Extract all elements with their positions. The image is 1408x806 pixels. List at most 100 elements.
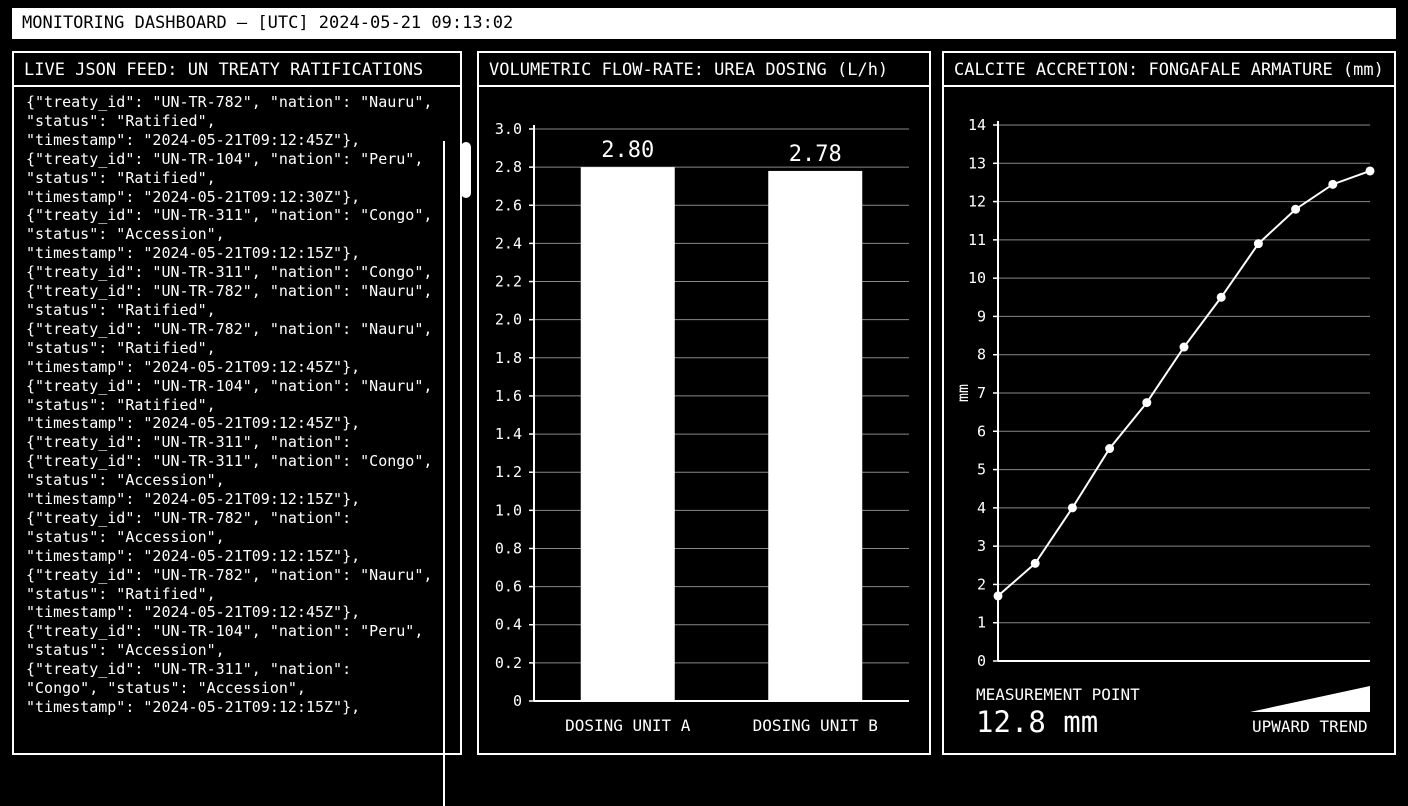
y-tick-label: 1.0	[495, 501, 522, 519]
data-point	[1365, 166, 1375, 176]
title-bar: MONITORING DASHBOARD – [UTC] 2024-05-21 …	[12, 8, 1396, 39]
y-tick-label: 9	[977, 307, 986, 325]
feed-line: "timestamp": "2024-05-21T09:12:15Z"},	[26, 698, 361, 716]
feed-line: "timestamp": "2024-05-21T09:12:30Z"},	[26, 187, 361, 206]
y-tick-label: 2.6	[495, 196, 522, 214]
y-tick-label: 0.4	[495, 616, 522, 634]
y-axis-label: mm	[954, 384, 972, 402]
data-point	[1328, 179, 1338, 189]
feed-line: {"treaty_id": "UN-TR-311", "nation": "Co…	[26, 206, 433, 225]
feed-line: "status": "Ratified",	[26, 584, 216, 603]
y-tick-label: 14	[968, 116, 986, 134]
y-tick-label: 3.0	[495, 120, 522, 138]
feed-line: "timestamp": "2024-05-21T09:12:45Z"},	[26, 603, 361, 622]
data-point	[1105, 444, 1115, 454]
scrollbar-track[interactable]	[443, 141, 445, 806]
feed-line: "timestamp": "2024-05-21T09:12:15Z"},	[26, 490, 361, 509]
y-tick-label: 1	[977, 614, 986, 632]
y-tick-label: 3	[977, 537, 986, 555]
feed-line: {"treaty_id": "UN-TR-104", "nation": "Na…	[26, 376, 433, 395]
feed-line: {"treaty_id": "UN-TR-311", "nation":	[26, 660, 352, 679]
y-tick-label: 12	[968, 193, 986, 211]
feed-line: {"treaty_id": "UN-TR-311", "nation": "Co…	[26, 263, 433, 282]
feed-line: "status": "Accession",	[26, 225, 225, 244]
data-point	[1253, 239, 1263, 249]
feed-line: "status": "Ratified",	[26, 395, 216, 414]
y-tick-label: 1.6	[495, 387, 522, 405]
data-point	[1067, 503, 1077, 513]
x-category-label: DOSING UNIT B	[753, 716, 878, 735]
y-tick-label: 2.0	[495, 311, 522, 329]
feed-line: "timestamp": "2024-05-21T09:12:45Z"},	[26, 130, 361, 149]
y-tick-label: 13	[968, 154, 986, 172]
flow-rate-panel: VOLUMETRIC FLOW-RATE: UREA DOSING (L/h) …	[477, 51, 931, 755]
x-category-label: DOSING UNIT A	[565, 716, 691, 735]
y-tick-label: 2.2	[495, 273, 522, 291]
panel-title-bar: CALCITE ACCRETION: FONGAFALE ARMATURE (m…	[944, 53, 1394, 87]
y-tick-label: 0.2	[495, 654, 522, 672]
feed-line: "status": "Ratified",	[26, 111, 216, 130]
json-feed-log[interactable]: {"treaty_id": "UN-TR-782", "nation": "Na…	[26, 93, 433, 717]
bar-value-label: 2.78	[789, 142, 842, 167]
y-tick-label: 0.6	[495, 578, 522, 596]
feed-line: {"treaty_id": "UN-TR-782", "nation": "Na…	[26, 319, 433, 338]
feed-line: "status": "Ratified",	[26, 300, 216, 319]
feed-line: "status": "Accession",	[26, 641, 225, 660]
y-tick-label: 7	[977, 384, 986, 402]
panel-title-bar: VOLUMETRIC FLOW-RATE: UREA DOSING (L/h)	[479, 53, 929, 87]
urea-flow-bar-chart: 0 0.2 0.4 0.6 0.8 1.0 1.2 1.4 1.6 1.8 2.0 2.2 2.4 2.6…	[495, 120, 909, 735]
upward-trend-icon	[1250, 686, 1370, 712]
panel-title-bar: LIVE JSON FEED: UN TREATY RATIFICATIONS	[14, 53, 460, 87]
data-point	[1030, 558, 1040, 568]
y-tick-label: 2	[977, 575, 986, 593]
data-point	[1216, 292, 1226, 302]
feed-line: "Congo", "status": "Accession",	[26, 679, 306, 698]
data-point	[1291, 204, 1301, 214]
y-tick-label: 2.4	[495, 234, 522, 252]
calcite-line-chart: 01234567891011121314mm	[954, 116, 1375, 670]
scrollbar-thumb[interactable]	[461, 142, 471, 198]
data-line	[997, 170, 1371, 597]
measurement-label: MEASUREMENT POINT	[976, 685, 1140, 704]
trend-label: UPWARD TREND	[1252, 717, 1368, 736]
y-tick-label: 1.2	[495, 463, 522, 481]
feed-panel-title: LIVE JSON FEED: UN TREATY RATIFICATIONS	[24, 60, 424, 80]
line-panel-title: CALCITE ACCRETION: FONGAFALE ARMATURE (m…	[954, 60, 1384, 80]
data-point	[1179, 342, 1189, 352]
y-tick-label: 2.8	[495, 158, 522, 176]
y-tick-label: 11	[968, 231, 986, 249]
feed-line: "timestamp": "2024-05-21T09:12:45Z"},	[26, 414, 361, 433]
y-tick-label: 5	[977, 461, 986, 479]
feed-line: "status": "Accession",	[26, 527, 225, 546]
feed-line: {"treaty_id": "UN-TR-782", "nation": "Na…	[26, 565, 433, 584]
feed-line: {"treaty_id": "UN-TR-782", "nation":	[26, 508, 352, 527]
y-tick-label: 0.8	[495, 539, 522, 557]
y-tick-label: 8	[977, 346, 986, 364]
feed-line: {"treaty_id": "UN-TR-104", "nation": "Pe…	[26, 622, 424, 641]
y-tick-label: 10	[968, 269, 986, 287]
json-feed-panel: LIVE JSON FEED: UN TREATY RATIFICATIONS …	[12, 51, 471, 806]
feed-line: {"treaty_id": "UN-TR-311", "nation":	[26, 433, 352, 452]
y-tick-label: 0	[513, 692, 522, 710]
bar-panel-title: VOLUMETRIC FLOW-RATE: UREA DOSING (L/h)	[489, 60, 889, 80]
feed-line: "status": "Ratified",	[26, 168, 216, 187]
data-point	[1142, 398, 1152, 408]
bar	[580, 167, 675, 702]
y-tick-label: 0	[977, 652, 986, 670]
y-tick-label: 6	[977, 422, 986, 440]
data-point	[993, 591, 1003, 601]
feed-line: "status": "Ratified",	[26, 338, 216, 357]
feed-line: "timestamp": "2024-05-21T09:12:45Z"},	[26, 357, 361, 376]
feed-line: {"treaty_id": "UN-TR-104", "nation": "Pe…	[26, 149, 424, 168]
y-tick-label: 1.8	[495, 349, 522, 367]
feed-line: {"treaty_id": "UN-TR-782", "nation": "Na…	[26, 282, 433, 301]
calcite-panel: CALCITE ACCRETION: FONGAFALE ARMATURE (m…	[942, 51, 1396, 755]
measurement-value: 12.8 mm	[976, 705, 1099, 739]
bar	[768, 170, 863, 701]
feed-line: "timestamp": "2024-05-21T09:12:15Z"},	[26, 244, 361, 263]
feed-line: "timestamp": "2024-05-21T09:12:15Z"},	[26, 546, 361, 565]
bar-value-label: 2.80	[601, 138, 654, 163]
y-tick-label: 1.4	[495, 425, 522, 443]
y-tick-label: 4	[977, 499, 986, 517]
dashboard-title: MONITORING DASHBOARD – [UTC] 2024-05-21 …	[22, 13, 514, 33]
